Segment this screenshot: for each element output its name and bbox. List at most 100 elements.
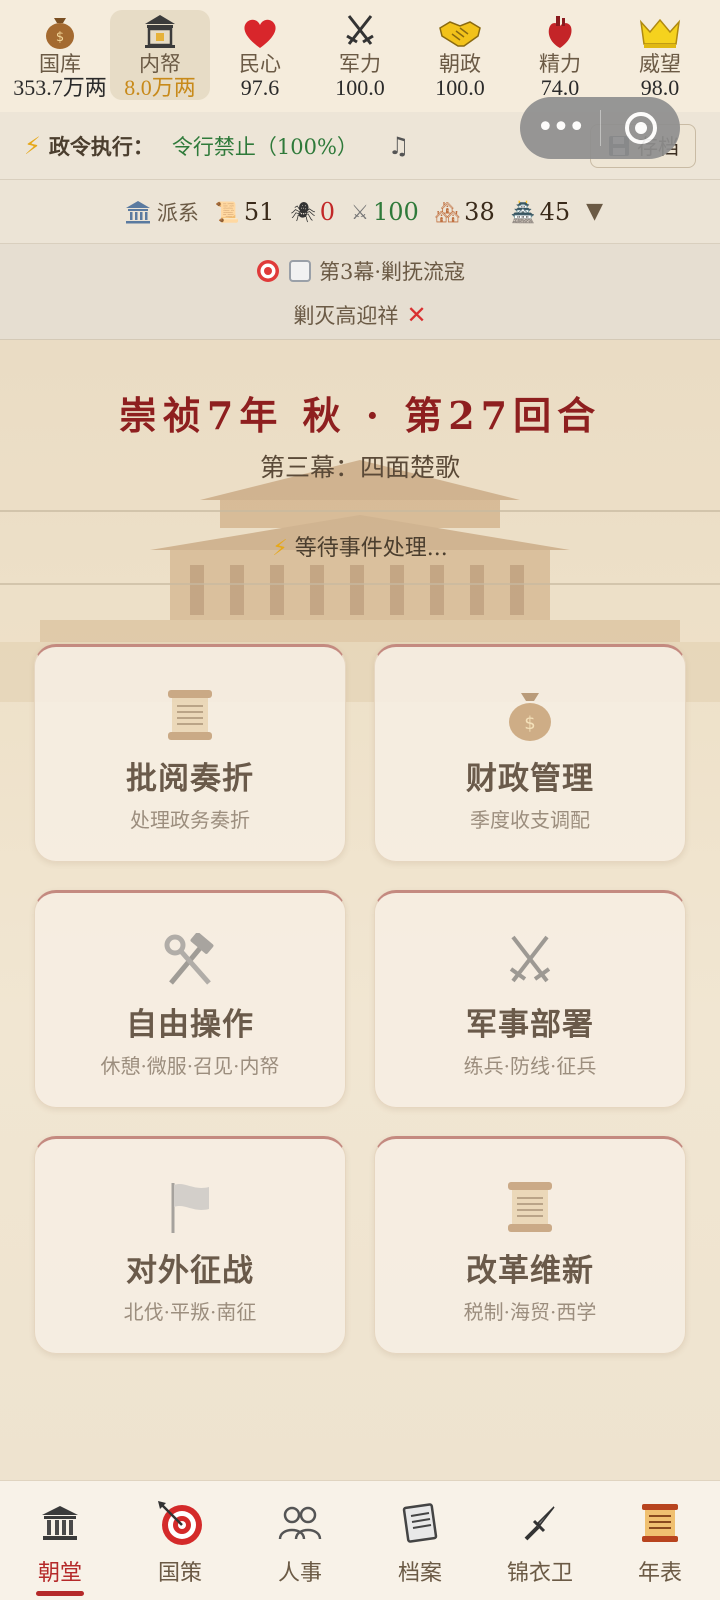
checkbox-icon[interactable] xyxy=(288,260,311,282)
decree-label: 政令执行： xyxy=(48,133,154,159)
stat-energy[interactable]: 精力 74.0 xyxy=(510,10,610,100)
music-note-icon[interactable]: ♫ xyxy=(388,132,410,160)
nav-label: 人事 xyxy=(277,1561,322,1586)
houses-icon: 🏘 xyxy=(434,199,461,224)
stat-value: 100.0 xyxy=(435,75,485,100)
nav-item-chronicle[interactable]: 年表 xyxy=(600,1481,720,1600)
crown-icon xyxy=(638,10,682,50)
faction-item: 🕷 0 xyxy=(290,198,335,226)
faction-value: 45 xyxy=(539,197,571,226)
active-indicator xyxy=(36,1591,84,1596)
card-subtitle: 税制·海贸·西学 xyxy=(463,1300,597,1324)
faction-row[interactable]: 派系 📜 51 🕷 0 ⚔ 100 🏘 38 🏯 45 ▼ xyxy=(0,180,720,244)
nav-item-policy[interactable]: 国策 xyxy=(120,1481,240,1600)
faction-item: ⚔ 100 xyxy=(351,198,419,226)
faction-value: 0 xyxy=(319,197,336,226)
divider xyxy=(0,510,720,512)
handshake-icon xyxy=(438,10,482,50)
nav-label: 年表 xyxy=(637,1561,682,1586)
stat-value: 8.0万两 xyxy=(124,75,196,100)
card-title: 改革维新 xyxy=(466,1253,594,1289)
card-subtitle: 处理政务奏折 xyxy=(130,808,250,832)
crossed-swords-icon: ⚔ xyxy=(351,199,369,224)
faction-item: 📜 51 xyxy=(215,198,274,226)
stat-privy-purse[interactable]: 内帑 8.0万两 xyxy=(110,10,210,100)
card-free-action[interactable]: 自由操作 休憩·微服·召见·内帑 xyxy=(34,890,346,1108)
objective-task: 剿灭高迎祥 xyxy=(293,304,399,328)
stat-label: 朝政 xyxy=(439,52,481,76)
waiting-status: ⚡ 等待事件处理... xyxy=(0,530,720,562)
nav-label: 档案 xyxy=(397,1561,442,1586)
crossed-swords-icon xyxy=(343,10,377,50)
nav-item-embroidered-guard[interactable]: 锦衣卫 xyxy=(480,1481,600,1600)
target-close-icon[interactable] xyxy=(601,110,680,146)
nav-label: 锦衣卫 xyxy=(506,1561,573,1586)
target-arrow-icon xyxy=(120,1499,240,1547)
stat-label: 军力 xyxy=(339,52,381,76)
stat-label: 威望 xyxy=(639,52,681,76)
target-icon xyxy=(255,258,281,284)
stat-treasury[interactable]: $ 国库 353.7万两 xyxy=(10,10,110,100)
dagger-icon xyxy=(480,1499,600,1547)
stat-governance[interactable]: 朝政 100.0 xyxy=(410,10,510,100)
stat-label: 内帑 xyxy=(139,52,181,76)
card-finance[interactable]: $ 财政管理 季度收支调配 xyxy=(374,644,686,862)
stat-military[interactable]: 军力 100.0 xyxy=(310,10,410,100)
stat-label: 精力 xyxy=(539,52,581,76)
scroll-icon xyxy=(35,687,345,743)
heart-icon xyxy=(242,10,278,50)
nav-label: 朝堂 xyxy=(37,1561,82,1586)
faction-item: 🏘 38 xyxy=(435,198,495,226)
people-icon xyxy=(240,1499,360,1547)
classical-building-icon xyxy=(125,200,151,224)
objective-title: 第3幕·剿抚流寇 xyxy=(318,260,466,284)
stat-prestige[interactable]: 威望 98.0 xyxy=(610,10,710,100)
svg-text:$: $ xyxy=(524,713,535,734)
expand-chevron-icon[interactable]: ▼ xyxy=(586,199,603,224)
hammer-wrench-icon xyxy=(35,933,345,989)
card-military-deployment[interactable]: 军事部署 练兵·防线·征兵 xyxy=(374,890,686,1108)
money-bag-icon: $ xyxy=(375,687,685,743)
card-title: 自由操作 xyxy=(126,1007,254,1043)
svg-text:$: $ xyxy=(56,30,64,45)
faction-label: 派系 xyxy=(156,200,199,225)
card-title: 批阅奏折 xyxy=(126,761,254,797)
stat-value: 353.7万两 xyxy=(13,75,107,100)
money-bag-icon: $ xyxy=(43,10,77,50)
faction-item: 🏯 45 xyxy=(511,198,570,226)
waiting-text: 等待事件处理... xyxy=(294,536,448,561)
nav-item-personnel[interactable]: 人事 xyxy=(240,1481,360,1600)
card-subtitle: 季度收支调配 xyxy=(470,808,590,832)
stat-public-support[interactable]: 民心 97.6 xyxy=(210,10,310,100)
classical-building-icon xyxy=(0,1499,120,1547)
objective-panel: 第3幕·剿抚流寇 剿灭高迎祥 ✕ xyxy=(0,244,720,340)
divider xyxy=(0,583,720,585)
anatomical-heart-icon xyxy=(545,10,575,50)
card-reform[interactable]: 改革维新 税制·海贸·西学 xyxy=(374,1136,686,1354)
scroll-icon xyxy=(375,1179,685,1235)
nav-item-court[interactable]: 朝堂 xyxy=(0,1481,120,1600)
card-foreign-campaign[interactable]: 对外征战 北伐·平叛·南征 xyxy=(34,1136,346,1354)
cross-mark-icon: ✕ xyxy=(406,301,427,329)
castle-icon: 🏯 xyxy=(510,199,536,224)
card-title: 对外征战 xyxy=(126,1253,254,1289)
faction-value: 51 xyxy=(243,197,275,226)
treasury-building-icon xyxy=(143,10,177,50)
lightning-icon: ⚡ xyxy=(24,131,41,160)
stat-value: 97.6 xyxy=(240,75,280,100)
turn-title: 崇祯7年 秋 · 第27回合 xyxy=(118,393,602,438)
card-review-memorials[interactable]: 批阅奏折 处理政务奏折 xyxy=(34,644,346,862)
nav-item-archives[interactable]: 档案 xyxy=(360,1481,480,1600)
document-icon xyxy=(360,1499,480,1547)
stat-value: 100.0 xyxy=(335,75,385,100)
card-title: 财政管理 xyxy=(466,761,594,797)
faction-value: 100 xyxy=(372,197,419,226)
crossed-swords-icon xyxy=(375,933,685,989)
faction-header: 派系 xyxy=(125,197,199,227)
bottom-nav: 朝堂 国策 人事 档案 锦衣卫 年表 xyxy=(0,1480,720,1600)
mini-program-capsule: ••• xyxy=(520,97,680,159)
decree-value: 令行禁止（100%） xyxy=(171,134,358,159)
flag-icon xyxy=(35,1179,345,1235)
act-subtitle: 第三幕：四面楚歌 xyxy=(259,453,460,482)
more-menu-button[interactable]: ••• xyxy=(520,97,600,159)
